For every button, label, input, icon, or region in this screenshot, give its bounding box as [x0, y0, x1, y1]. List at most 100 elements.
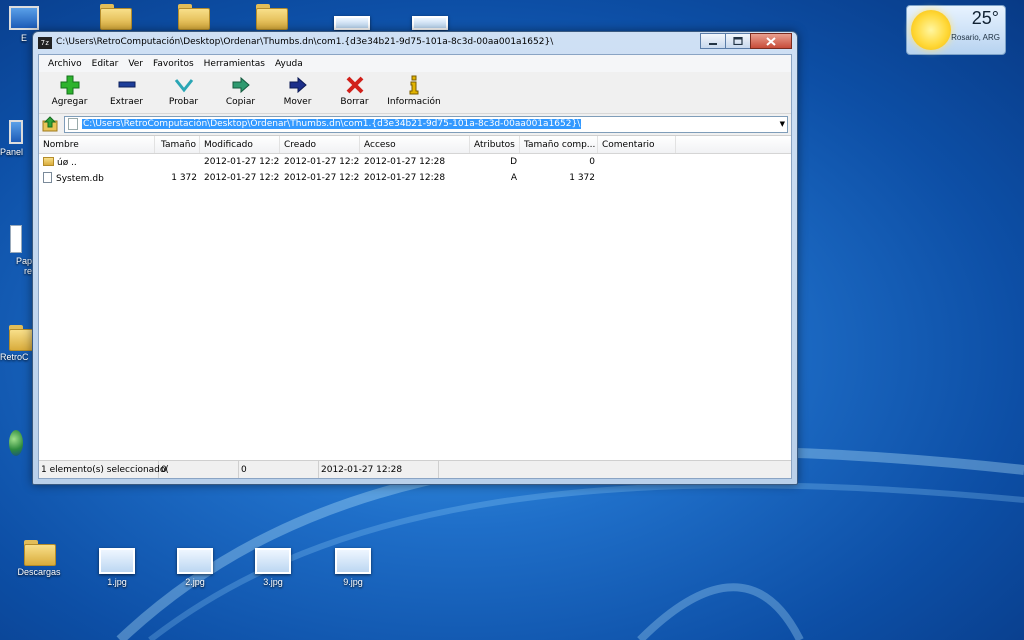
desktop-icon-folder-2[interactable]: [158, 4, 228, 31]
image-file-icon: [99, 548, 135, 574]
row-accessed: 2012-01-27 12:28: [364, 157, 446, 167]
copy-button[interactable]: Copiar: [212, 72, 269, 113]
row-packed-size: 0: [589, 157, 595, 167]
column-header-packed-size[interactable]: Tamaño comp...: [520, 136, 598, 153]
title-bar[interactable]: 7z C:\Users\RetroComputación\Desktop\Ord…: [33, 32, 797, 54]
computer-icon: [9, 6, 39, 30]
window-controls: [700, 33, 792, 49]
address-path: C:\Users\RetroComputación\Desktop\Ordena…: [82, 119, 582, 129]
file-icon: [43, 172, 52, 183]
maximize-icon: [733, 37, 743, 45]
table-row[interactable]: System.db 1 372 2012-01-27 12:28 2012-01…: [39, 170, 791, 186]
address-row: C:\Users\RetroComputación\Desktop\Ordena…: [39, 114, 791, 134]
column-header-modified[interactable]: Modificado: [200, 136, 280, 153]
desktop-icon-retro[interactable]: RetroC: [0, 325, 41, 362]
image-file-icon: [255, 548, 291, 574]
menu-editar[interactable]: Editar: [87, 59, 124, 69]
status-selection: 1 elemento(s) seleccionado(: [39, 461, 169, 478]
delete-x-icon: [346, 76, 363, 94]
minimize-icon: [709, 43, 717, 45]
address-bar[interactable]: C:\Users\RetroComputación\Desktop\Ordena…: [64, 115, 788, 133]
document-icon: [68, 118, 78, 130]
info-icon: [409, 75, 419, 95]
image-file-icon: [412, 16, 448, 30]
row-size: 1 372: [171, 173, 197, 183]
row-packed-size: 1 372: [569, 173, 595, 183]
desktop-icon-1jpg[interactable]: 1.jpg: [82, 548, 152, 587]
sun-icon: [911, 10, 951, 50]
column-header-attributes[interactable]: Atributos: [470, 136, 520, 153]
desktop-icon-descargas[interactable]: Descargas: [4, 540, 74, 577]
row-created: 2012-01-27 12:28: [284, 157, 360, 167]
desktop-icon-panel[interactable]: Panel: [0, 120, 32, 157]
extract-button[interactable]: Extraer: [98, 72, 155, 113]
file-list: Nombre Tamaño Modificado Creado Acceso A…: [39, 135, 791, 460]
add-button[interactable]: Agregar: [41, 72, 98, 113]
control-panel-icon: [9, 120, 23, 144]
column-header-size[interactable]: Tamaño: [155, 136, 200, 153]
window-client-area: Archivo Editar Ver Favoritos Herramienta…: [38, 54, 792, 479]
table-row[interactable]: úø .. 2012-01-27 12:28 2012-01-27 12:28 …: [39, 154, 791, 170]
copy-arrow-icon: [232, 76, 250, 94]
toolbar: Agregar Extraer Probar Copiar Mover Borr…: [39, 72, 791, 114]
delete-button[interactable]: Borrar: [326, 72, 383, 113]
weather-gadget[interactable]: 25° Rosario, ARG: [906, 5, 1006, 55]
downloads-folder-icon: [24, 540, 56, 566]
folder-icon: [178, 4, 210, 30]
chevron-down-icon[interactable]: ▼: [780, 120, 785, 128]
row-created: 2012-01-27 12:28: [284, 173, 360, 183]
menu-herramientas[interactable]: Herramientas: [199, 59, 270, 69]
move-button[interactable]: Mover: [269, 72, 326, 113]
desktop-icon-3jpg[interactable]: 3.jpg: [238, 548, 308, 587]
status-bar: 1 elemento(s) seleccionado( 0 0 2012-01-…: [39, 460, 791, 478]
folder-icon: [43, 156, 54, 166]
column-header-accessed[interactable]: Acceso: [360, 136, 470, 153]
folder-icon: [256, 4, 288, 30]
weather-location: Rosario, ARG: [951, 33, 1000, 42]
globe-icon: [9, 430, 23, 456]
column-header-created[interactable]: Creado: [280, 136, 360, 153]
desktop-icon-globe[interactable]: [0, 430, 32, 459]
image-file-icon: [334, 16, 370, 30]
row-attributes: D: [510, 157, 517, 167]
desktop-icon-recycle-bin[interactable]: Pap re: [0, 225, 32, 276]
row-modified: 2012-01-27 12:28: [204, 173, 280, 183]
menu-ver[interactable]: Ver: [123, 59, 148, 69]
status-date: 2012-01-27 12:28: [319, 461, 439, 478]
folder-icon: [9, 325, 41, 351]
row-name: System.db: [56, 174, 104, 184]
desktop-icon-folder-3[interactable]: [236, 4, 306, 31]
minus-icon: [118, 81, 135, 88]
column-header-name[interactable]: Nombre: [39, 136, 155, 153]
minimize-button[interactable]: [700, 33, 726, 49]
row-modified: 2012-01-27 12:28: [204, 157, 280, 167]
image-file-icon: [335, 548, 371, 574]
desktop-icon-2jpg[interactable]: 2.jpg: [160, 548, 230, 587]
status-size-1: 0: [159, 461, 239, 478]
maximize-button[interactable]: [725, 33, 751, 49]
checkmark-icon: [174, 79, 193, 93]
row-name: úø ..: [57, 157, 77, 168]
info-button[interactable]: Información: [383, 72, 445, 113]
menu-archivo[interactable]: Archivo: [43, 59, 87, 69]
move-arrow-icon: [289, 76, 307, 94]
7zip-app-icon[interactable]: 7z: [38, 37, 52, 49]
recycle-bin-icon: [10, 225, 22, 253]
row-attributes: A: [510, 173, 517, 183]
window-title: C:\Users\RetroComputación\Desktop\Ordena…: [56, 37, 554, 47]
column-header-comment[interactable]: Comentario: [598, 136, 676, 153]
desktop-icon-folder-1[interactable]: [80, 4, 150, 31]
test-button[interactable]: Probar: [155, 72, 212, 113]
menu-ayuda[interactable]: Ayuda: [270, 59, 308, 69]
status-size-2: 0: [239, 461, 319, 478]
plus-icon: [60, 75, 79, 95]
close-button[interactable]: [750, 33, 792, 49]
up-folder-icon[interactable]: [42, 116, 60, 132]
file-manager-window: 7z C:\Users\RetroComputación\Desktop\Ord…: [32, 31, 798, 485]
image-file-icon: [177, 548, 213, 574]
row-accessed: 2012-01-27 12:28: [364, 173, 446, 183]
column-headers: Nombre Tamaño Modificado Creado Acceso A…: [39, 136, 791, 154]
desktop-icon-9jpg[interactable]: 9.jpg: [318, 548, 388, 587]
close-icon: [766, 36, 776, 46]
menu-favoritos[interactable]: Favoritos: [148, 59, 199, 69]
